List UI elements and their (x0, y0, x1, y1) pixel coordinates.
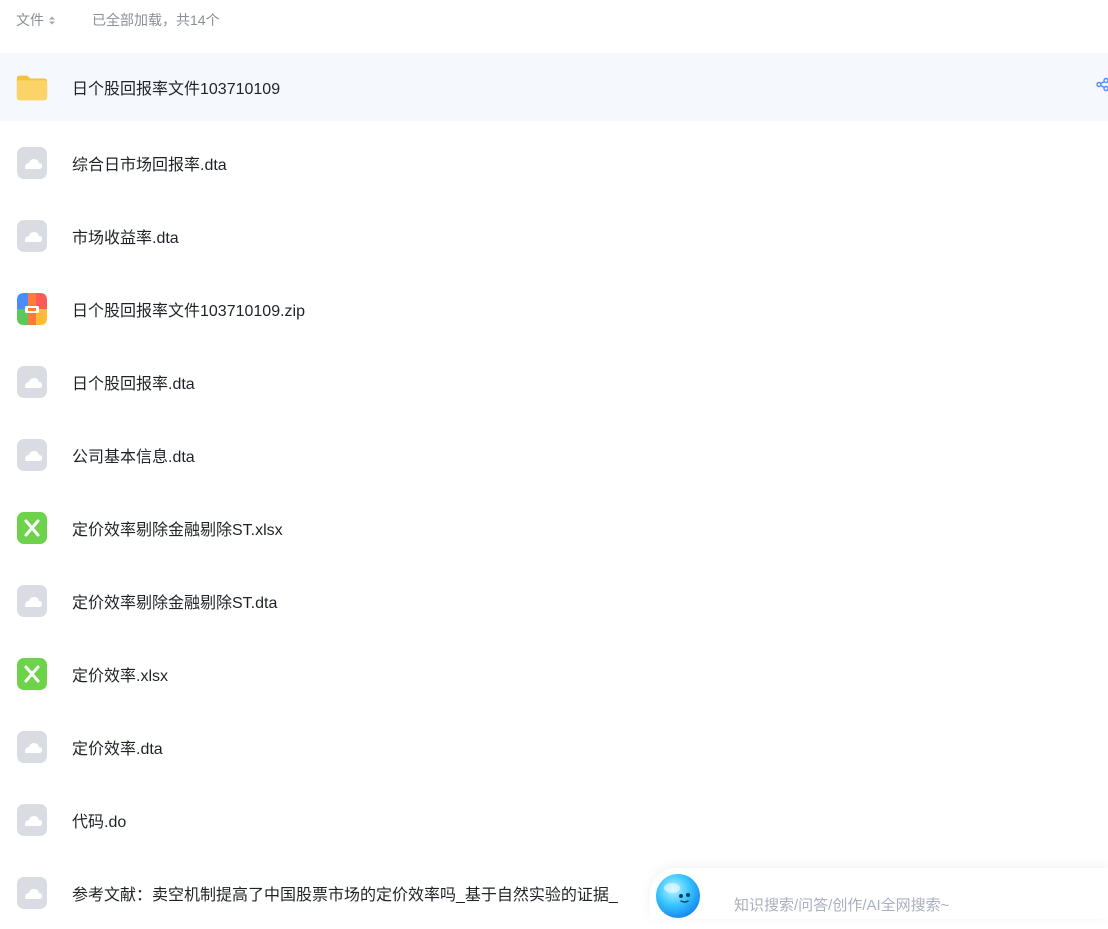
file-row[interactable]: 日个股回报率.dta (0, 345, 1108, 418)
file-name: 参考文献：卖空机制提高了中国股票市场的定价效率吗_基于自然实验的证据_ (72, 886, 618, 904)
folder-icon (15, 70, 49, 104)
file-name: 代码.do (72, 813, 127, 831)
file-list-header: 文件 已全部加载，共14个 (0, 0, 1108, 40)
generic-file-icon (15, 219, 49, 253)
generic-file-icon (15, 803, 49, 837)
file-name: 定价效率剔除金融剔除ST.dta (72, 594, 278, 612)
sort-by-file-dropdown[interactable]: 文件 (16, 10, 55, 30)
ai-search-placeholder: 知识搜索/问答/创作/AI全网搜索~ (734, 897, 950, 914)
generic-file-icon (15, 438, 49, 472)
sort-caret-icon (49, 16, 55, 25)
sort-label: 文件 (16, 12, 44, 28)
ai-search-bar[interactable]: 知识搜索/问答/创作/AI全网搜索~ (650, 868, 1108, 919)
file-row[interactable]: 定价效率剔除金融剔除ST.dta (0, 564, 1108, 637)
generic-file-icon (15, 730, 49, 764)
loaded-count-text: 已全部加载，共14个 (92, 12, 220, 28)
file-name: 日个股回报率文件103710109 (72, 81, 281, 98)
file-row[interactable]: 综合日市场回报率.dta (0, 126, 1108, 199)
file-name: 定价效率.dta (72, 740, 163, 758)
file-name: 综合日市场回报率.dta (72, 156, 227, 174)
file-name: 定价效率.xlsx (72, 667, 169, 685)
file-row[interactable]: 定价效率.xlsx (0, 637, 1108, 710)
ai-assistant-icon[interactable] (650, 870, 706, 920)
file-name: 市场收益率.dta (72, 229, 179, 247)
zip-icon (15, 292, 49, 326)
file-name: 日个股回报率文件103710109.zip (72, 302, 305, 320)
excel-icon (15, 511, 49, 545)
file-row[interactable]: 日个股回报率文件103710109 (0, 53, 1108, 121)
generic-file-icon (15, 584, 49, 618)
generic-file-icon (15, 876, 49, 910)
file-list: 日个股回报率文件103710109 综合日市场回报率.dta 市场收益率.dta… (0, 53, 1108, 929)
file-row[interactable]: 市场收益率.dta (0, 199, 1108, 272)
file-row[interactable]: 定价效率剔除金融剔除ST.xlsx (0, 491, 1108, 564)
file-row[interactable]: 代码.do (0, 783, 1108, 856)
file-name: 公司基本信息.dta (72, 448, 195, 466)
generic-file-icon (15, 365, 49, 399)
file-row[interactable]: 公司基本信息.dta (0, 418, 1108, 491)
excel-icon (15, 657, 49, 691)
file-name: 定价效率剔除金融剔除ST.xlsx (72, 521, 283, 539)
file-row[interactable]: 日个股回报率文件103710109.zip (0, 272, 1108, 345)
share-icon[interactable] (1096, 77, 1108, 97)
file-name: 日个股回报率.dta (72, 375, 195, 393)
file-row[interactable]: 定价效率.dta (0, 710, 1108, 783)
generic-file-icon (15, 146, 49, 180)
